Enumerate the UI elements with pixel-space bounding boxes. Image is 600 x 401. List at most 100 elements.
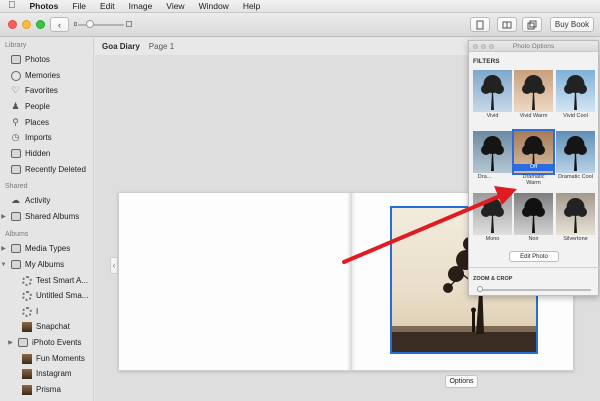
sidebar-item-recently-deleted[interactable]: Recently Deleted [0, 162, 93, 177]
zoom-slider-knob[interactable] [86, 20, 94, 28]
filter-mono-thumb[interactable] [473, 193, 512, 235]
gear-icon [21, 275, 32, 286]
sidebar-item-label: Activity [25, 196, 51, 205]
menu-file[interactable]: File [72, 1, 86, 11]
sidebar-item-media-types[interactable]: ▶ Media Types [0, 241, 93, 256]
sidebar-item-snapchat[interactable]: Snapchat [0, 319, 93, 334]
panel-minimize-button[interactable] [481, 44, 486, 49]
panel-divider [469, 267, 600, 268]
zoom-crop-slider[interactable] [477, 289, 591, 291]
sidebar-item-instagram[interactable]: Instagram [0, 366, 93, 381]
memories-icon [10, 70, 21, 81]
menu-view[interactable]: View [166, 1, 184, 11]
sidebar-item-favorites[interactable]: ♡ Favorites [0, 83, 93, 98]
sidebar-item-label: Prisma [36, 385, 61, 394]
sidebar-item-my-albums[interactable]: ▼ My Albums [0, 257, 93, 272]
sidebar-item-label: Places [25, 118, 50, 127]
zoom-crop-slider-knob[interactable] [477, 286, 483, 292]
sidebar-item-hidden[interactable]: Hidden [0, 146, 93, 161]
theme-button[interactable] [522, 17, 542, 32]
pin-icon: ⚲ [12, 117, 19, 127]
filter-noir-thumb[interactable] [514, 193, 553, 235]
sidebar-item-memories[interactable]: Memories [0, 68, 93, 83]
edit-photo-button[interactable]: Edit Photo [509, 251, 559, 262]
filter-silvertone-thumb[interactable] [556, 193, 595, 235]
zoom-crop-header: ZOOM & CROP [473, 276, 513, 282]
filter-vivid-thumb[interactable] [473, 70, 512, 112]
panel-zoom-button[interactable] [489, 44, 494, 49]
apple-icon[interactable]:  [8, 1, 16, 11]
page-icon [476, 20, 484, 29]
zoom-window-button[interactable] [36, 20, 45, 29]
gear-icon [21, 290, 32, 301]
filter-vivid-cool-thumb[interactable] [556, 70, 595, 112]
sidebar-item-untitled-smart-album[interactable]: Untitled Sma... [0, 288, 93, 303]
sidebar-item-shared-albums[interactable]: ▶ Shared Albums [0, 209, 93, 224]
zoom-slider[interactable] [78, 24, 124, 26]
tree-thumbnail-icon [481, 136, 504, 171]
menu-app-name[interactable]: Photos [30, 1, 59, 11]
menu-window[interactable]: Window [199, 1, 229, 11]
sidebar: Library Photos Memories ♡ Favorites ♟ Peop… [0, 38, 94, 401]
tree-thumbnail-icon [564, 75, 587, 110]
layout-icon [502, 21, 512, 28]
disclosure-triangle-icon[interactable]: ▶ [7, 339, 14, 346]
sidebar-item-people[interactable]: ♟ People [0, 99, 93, 114]
gear-icon [21, 306, 32, 317]
photos-icon [10, 54, 21, 65]
sidebar-section-shared: Shared [5, 183, 28, 190]
sidebar-item-label: Snapchat [36, 322, 70, 331]
menu-image[interactable]: Image [129, 1, 153, 11]
panel-close-button[interactable] [473, 44, 478, 49]
sidebar-item-imports[interactable]: ◷ Imports [0, 130, 93, 145]
add-page-button[interactable] [470, 17, 490, 32]
tree-thumbnail-icon [522, 75, 545, 110]
filter-dramatic-cool-thumb[interactable] [556, 131, 595, 173]
filter-dramatic-thumb[interactable] [473, 131, 512, 173]
trash-icon [10, 164, 21, 175]
options-button[interactable]: Options [445, 375, 478, 388]
sidebar-section-albums: Albums [5, 231, 29, 238]
buy-book-button[interactable]: Buy Book [550, 17, 594, 32]
sidebar-item-test-smart-album[interactable]: Test Smart A... [0, 273, 93, 288]
filter-label: Dramatic Cool [558, 174, 593, 180]
minimize-window-button[interactable] [22, 20, 31, 29]
back-button[interactable]: ‹ [50, 17, 69, 32]
panel-window-controls [473, 44, 494, 49]
filter-label: Vivid Warm [519, 113, 548, 119]
menu-help[interactable]: Help [243, 1, 260, 11]
sidebar-item-prisma[interactable]: Prisma [0, 382, 93, 397]
filter-label: Noir [528, 236, 539, 242]
small-thumbnail-icon [74, 22, 77, 26]
previous-page-button[interactable]: ‹ [110, 257, 118, 274]
layout-button[interactable] [497, 17, 517, 32]
filter-vivid-warm-thumb[interactable] [514, 70, 553, 112]
sidebar-item-fun-moments[interactable]: Fun Moments [0, 351, 93, 366]
filter-label: Mono [485, 236, 500, 242]
sidebar-item-i[interactable]: I [0, 304, 93, 319]
filters-header: FILTERS [473, 58, 500, 65]
filter-label: Silvertone [563, 236, 588, 242]
disclosure-triangle-open-icon[interactable]: ▼ [0, 262, 7, 268]
sidebar-item-iphoto-events[interactable]: ▶ iPhoto Events [0, 335, 93, 350]
sidebar-item-label: Test Smart A... [36, 276, 89, 285]
tree-thumbnail-icon [481, 75, 504, 110]
sidebar-item-label: Recently Deleted [25, 165, 86, 174]
sidebar-item-photos[interactable]: Photos [0, 52, 93, 67]
filter-label-dramatic-warm: Dramatic Warm [522, 174, 545, 186]
disclosure-triangle-icon[interactable]: ▶ [0, 245, 7, 252]
sidebar-item-label: Untitled Sma... [36, 291, 89, 300]
close-window-button[interactable] [8, 20, 17, 29]
menu-bar:  Photos File Edit Image View Window Hel… [0, 0, 600, 13]
tree-thumbnail-icon [564, 198, 587, 233]
album-thumb-icon [21, 368, 32, 379]
large-thumbnail-icon [126, 21, 132, 27]
disclosure-triangle-icon[interactable]: ▶ [0, 213, 7, 220]
tree-thumbnail-icon [522, 198, 545, 233]
photo-options-panel: Photo Options FILTERS Vivid Vivid Warm V… [468, 40, 600, 296]
sidebar-item-label: Favorites [25, 86, 58, 95]
sidebar-item-activity[interactable]: ☁ Activity [0, 193, 93, 208]
menu-edit[interactable]: Edit [100, 1, 115, 11]
sidebar-item-places[interactable]: ⚲ Places [0, 115, 93, 130]
album-thumb-icon [21, 321, 32, 332]
